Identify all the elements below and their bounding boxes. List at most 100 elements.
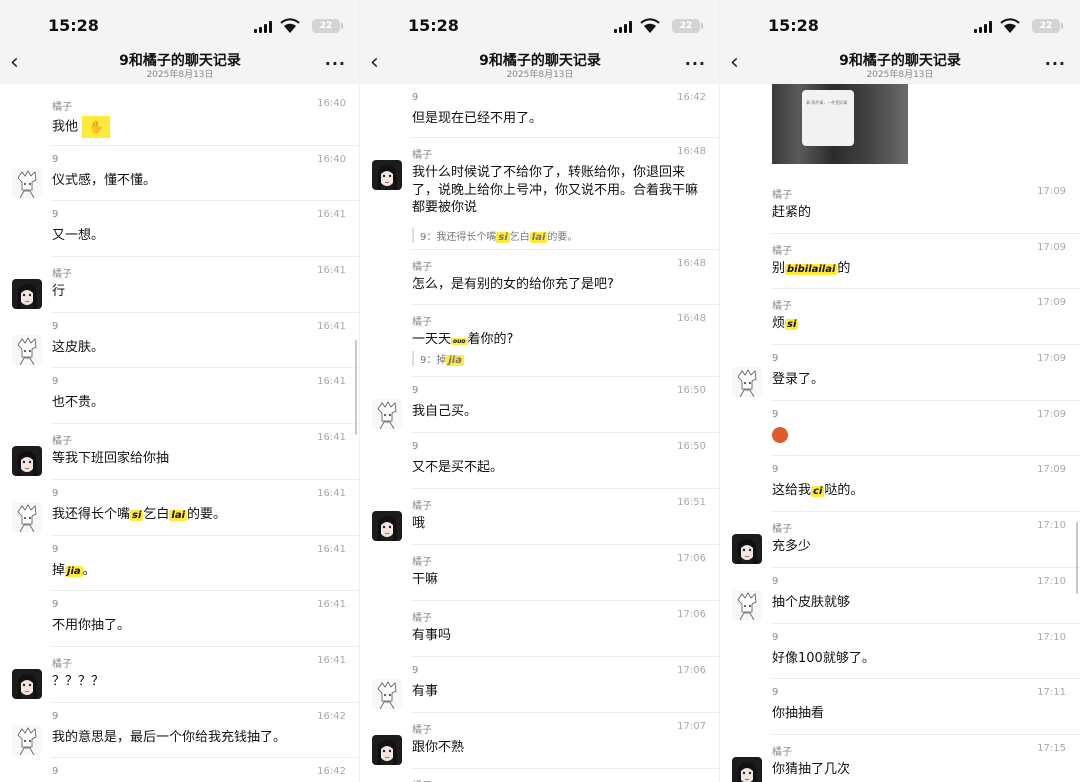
quoted-message: 9：我还得长个嘴 si 乞白 lai 的要。 xyxy=(412,228,577,243)
avatar-boy[interactable] xyxy=(372,679,402,709)
message-text: 哦 xyxy=(412,516,426,531)
message-item[interactable]: 9 17:10 抽个皮肤就够 xyxy=(720,568,1080,624)
sender-name: 9 xyxy=(52,599,59,611)
screenshot-collage: 15:28 22 ‹ 9和橘子的聊天记录 2025年8月13日 ··· 橘子 1… xyxy=(0,0,1080,782)
avatar-girl[interactable] xyxy=(372,511,402,541)
scrollbar[interactable] xyxy=(1076,522,1078,594)
message-item[interactable]: 橘子 16:41 等我下班回家给你抽 xyxy=(0,424,359,480)
avatar-boy[interactable] xyxy=(372,399,402,429)
message-list[interactable]: 橘子 16:40 我他 ✋ 9 16:40 仪式感，懂不懂。 9 16:41 又… xyxy=(0,90,359,782)
sender-name: 橘子 xyxy=(412,262,432,273)
sender-name: 橘子 xyxy=(412,725,432,736)
message-item[interactable]: 9 16:50 我自己买。 xyxy=(360,377,719,433)
message-item[interactable]: 9 16:41 我还得长个嘴 si 乞白 lai 的要。 xyxy=(0,480,359,536)
message-time: 16:42 xyxy=(317,710,346,722)
sender-name: 橘子 xyxy=(772,190,792,201)
message-item[interactable]: 9 16:41 掉 jia。 xyxy=(0,536,359,592)
battery-icon: 22 xyxy=(1032,19,1063,33)
avatar-girl[interactable] xyxy=(732,534,762,565)
avatar-girl[interactable] xyxy=(12,446,42,477)
message-time: 17:09 xyxy=(1037,297,1066,309)
text-part: 这给我 xyxy=(772,483,812,499)
text-part: 乞白 xyxy=(509,232,530,243)
message-time: 16:41 xyxy=(317,599,346,611)
message-item[interactable]: 9 17:11 你抽抽看 xyxy=(720,679,1080,735)
avatar-girl[interactable] xyxy=(372,735,402,765)
scrollbar[interactable] xyxy=(355,340,357,435)
message-item[interactable]: 橘子 17:09 烦 si xyxy=(720,289,1080,346)
message-time: 17:10 xyxy=(1037,575,1066,587)
message-list[interactable]: 橘子 17:09 赶紧的 橘子 17:09 别 bibilailai 的 橘子 17… xyxy=(720,178,1080,782)
message-time: 17:10 xyxy=(1037,520,1066,532)
sender-name: 橘子 xyxy=(412,613,432,624)
text-part: 烦 xyxy=(772,316,786,332)
avatar-girl[interactable] xyxy=(12,279,42,310)
message-item[interactable]: 橘子 16:48 一天天 ouo 着你的? 9：掉 jia xyxy=(360,305,719,377)
pinyin-highlight: lai xyxy=(529,232,548,243)
status-bar: 15:28 22 xyxy=(720,14,1080,38)
pinyin-highlight: si xyxy=(785,319,799,331)
message-item[interactable]: 橘子 17:07 跟你不熟 xyxy=(360,713,719,769)
message-item[interactable]: 橘子 16:40 我他 ✋ xyxy=(0,90,359,146)
more-button[interactable]: ··· xyxy=(685,54,706,73)
message-time: 17:07 xyxy=(677,721,706,732)
image-message[interactable]: 事 两件事，一件是好事 xyxy=(772,84,908,164)
message-item[interactable]: 橘子 17:06 干嘛 xyxy=(360,545,719,601)
page-date: 2025年8月13日 xyxy=(146,70,214,80)
message-item[interactable]: 9 16:41 又一想。 xyxy=(0,201,359,258)
message-text: ？？？？ xyxy=(52,673,105,689)
message-item[interactable]: 9 17:09 xyxy=(720,401,1080,457)
message-item[interactable]: 橘子 16:41 行 xyxy=(0,257,359,313)
message-time: 16:40 xyxy=(317,98,346,109)
message-item[interactable]: 9 16:42 xyxy=(0,758,359,782)
message-item[interactable]: 9 16:50 又不是买不起。 xyxy=(360,433,719,489)
avatar-boy[interactable] xyxy=(12,501,42,532)
sender-name: 9 xyxy=(772,353,779,365)
message-item[interactable]: 9 17:06 有事 xyxy=(360,657,719,713)
sender-name: 9 xyxy=(52,376,59,388)
text-part: 哒的。 xyxy=(824,483,864,499)
avatar-boy[interactable] xyxy=(12,167,42,198)
message-item[interactable]: 9 16:42 我的意思是，最后一个你给我充钱抽了。 xyxy=(0,703,359,759)
text-part: 的 xyxy=(837,260,851,276)
message-item[interactable]: 9 17:10 好像100就够了。 xyxy=(720,624,1080,680)
message-item[interactable]: 橘子 17:10 充多少 xyxy=(720,512,1080,568)
more-button[interactable]: ··· xyxy=(325,54,346,73)
message-item[interactable]: 橘子 16:48 我什么时候说了不给你了，转账给你，你退回来了，说晚上给你上号冲… xyxy=(360,138,719,250)
message-item[interactable]: 橘子 16:51 哦 xyxy=(360,489,719,545)
message-item[interactable]: 橘子 17:15 你猜抽了几次 xyxy=(720,735,1080,782)
avatar-girl[interactable] xyxy=(732,756,762,782)
avatar-girl[interactable] xyxy=(372,160,402,190)
message-item[interactable]: 9 16:40 仪式感，懂不懂。 xyxy=(0,146,359,202)
message-item[interactable]: 9 16:41 这皮肤。 xyxy=(0,313,359,369)
clock: 15:28 xyxy=(408,16,459,35)
text-part: 我还得长个嘴 xyxy=(52,506,131,522)
message-time: 17:15 xyxy=(1037,742,1066,754)
avatar-boy[interactable] xyxy=(12,334,42,365)
avatar-girl[interactable] xyxy=(12,668,42,699)
avatar-boy[interactable] xyxy=(12,724,42,755)
message-text: 烦 si xyxy=(772,315,1066,333)
message-time: 16:40 xyxy=(317,153,346,165)
message-text: 怎么，是有别的女的给你充了是吧? xyxy=(412,277,614,292)
pinyin-highlight: si xyxy=(496,232,510,243)
message-item[interactable]: 橘子 16:41 ？？？？ xyxy=(0,647,359,703)
message-item[interactable]: 橘子 17:09 别 bibilailai 的 xyxy=(720,234,1080,290)
message-text: 我还得长个嘴 si 乞白 lai 的要。 xyxy=(52,506,346,524)
message-item[interactable]: 9 16:41 不用你抽了。 xyxy=(0,591,359,647)
message-item[interactable]: 9 16:42 但是现在已经不用了。 xyxy=(360,84,719,138)
message-list[interactable]: 9 16:42 但是现在已经不用了。 橘子 16:48 我什么时候说了不给你了，… xyxy=(360,84,719,782)
text-part: 掉 xyxy=(52,562,66,578)
message-item[interactable]: 橘子 17:06 有事吗 xyxy=(360,601,719,657)
message-item[interactable]: 橘子 16:48 怎么，是有别的女的给你充了是吧? xyxy=(360,250,719,305)
message-item[interactable]: 9 17:09 这给我 ci 哒的。 xyxy=(720,456,1080,513)
message-item[interactable]: 9 16:41 也不贵。 xyxy=(0,368,359,425)
avatar-boy[interactable] xyxy=(732,589,762,620)
message-item[interactable]: 橘子 xyxy=(360,769,719,782)
more-button[interactable]: ··· xyxy=(1045,54,1066,73)
message-item[interactable]: 9 17:09 登录了。 xyxy=(720,345,1080,401)
message-time: 17:11 xyxy=(1037,687,1066,699)
message-text: 登录了。 xyxy=(772,372,825,388)
message-item[interactable]: 橘子 17:09 赶紧的 xyxy=(720,178,1080,234)
avatar-boy[interactable] xyxy=(732,367,762,398)
